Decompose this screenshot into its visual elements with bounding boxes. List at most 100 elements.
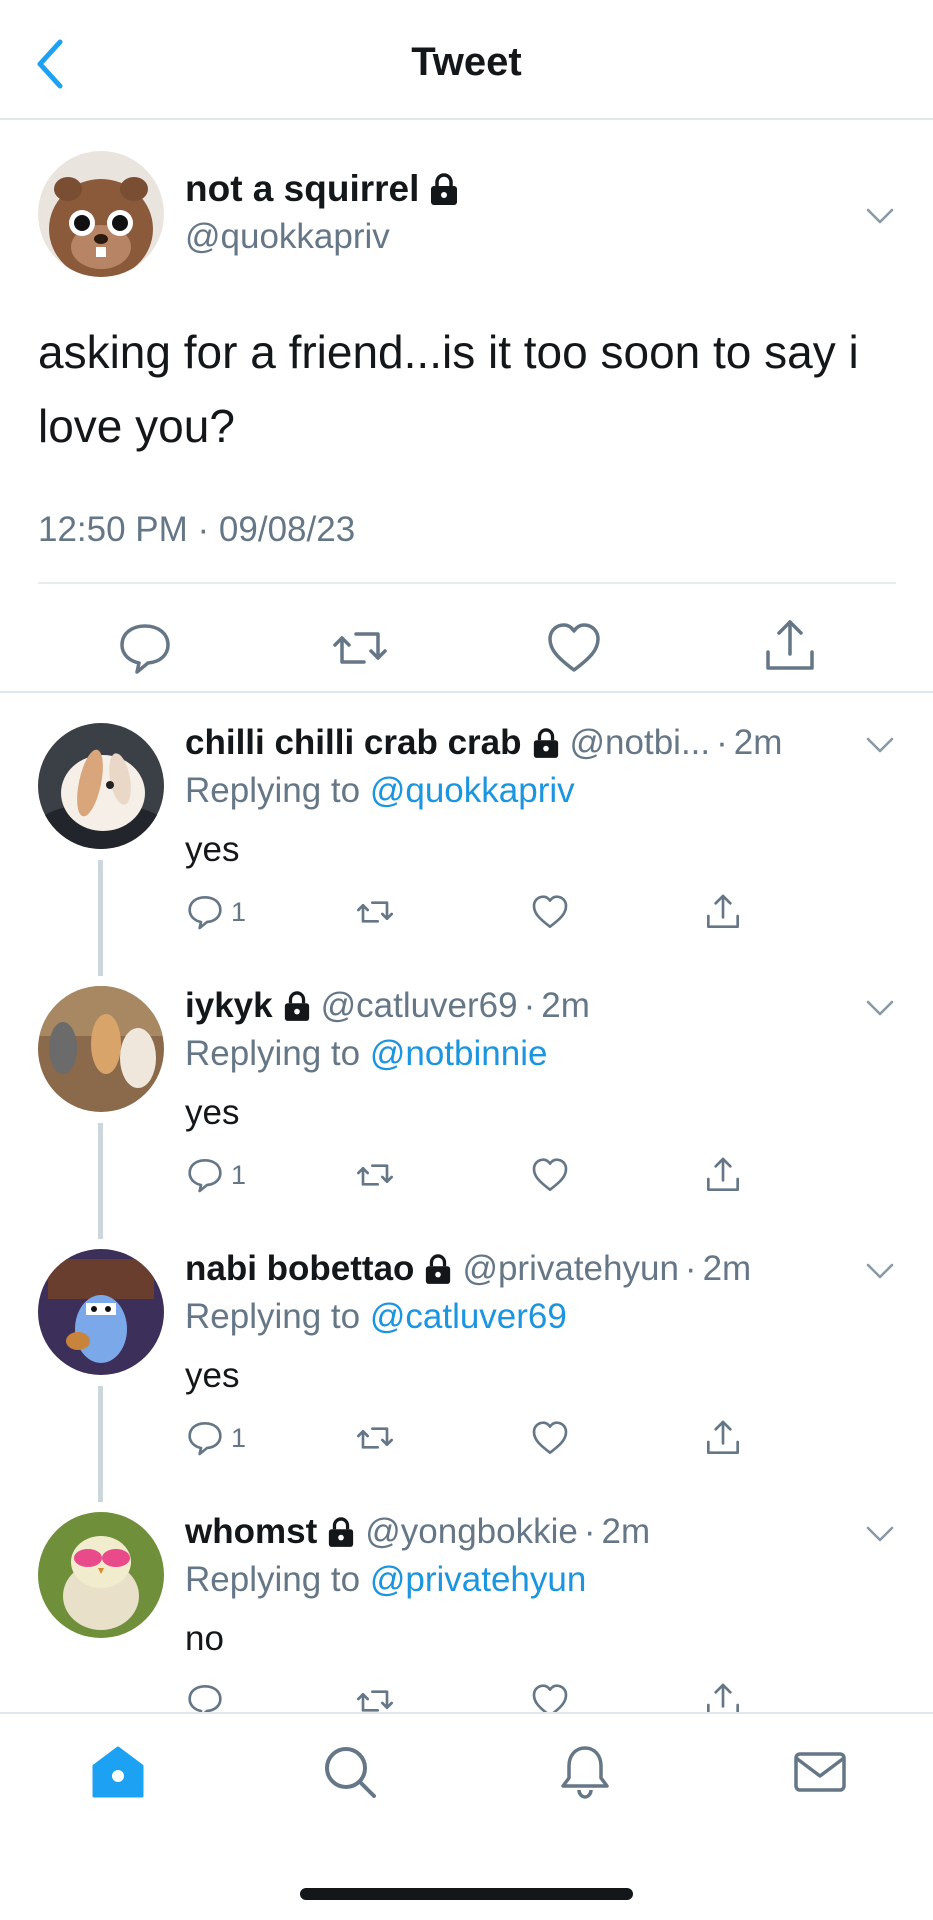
reply-icon [188, 1159, 222, 1193]
author-name[interactable]: whomst [185, 1512, 317, 1552]
lock-icon [533, 728, 558, 758]
reply-count: 1 [231, 1422, 247, 1453]
tweet-text: asking for a friend...is it too soon to … [38, 326, 859, 452]
author-name[interactable]: nabi bobettao [185, 1249, 414, 1289]
avatar[interactable] [38, 1249, 164, 1375]
retweet-icon[interactable] [330, 618, 390, 678]
author-name[interactable]: iykyk [185, 986, 273, 1026]
share-icon [707, 1420, 739, 1454]
reply-tweet[interactable]: iykyk @catluver69 · 2m Replying to @notb… [0, 956, 933, 1239]
author-handle[interactable]: @catluver69 [321, 986, 518, 1026]
reply-time: 2m [601, 1512, 651, 1551]
replying-to-link[interactable]: @notbinnie [370, 1034, 548, 1073]
reply-button[interactable]: 1 [185, 888, 246, 936]
share-button[interactable] [703, 1151, 743, 1199]
share-button[interactable] [703, 888, 743, 936]
author-handle[interactable]: @quokkapriv [185, 217, 390, 257]
reply-icon[interactable] [115, 618, 175, 678]
reply-count: 1 [231, 896, 247, 927]
reply-tweet[interactable]: nabi bobettao @privatehyun · 2m Replying… [0, 1219, 933, 1502]
reply-text: yes [185, 1356, 240, 1395]
tweet-timestamp: 12:50 PM · 09/08/23 [38, 510, 356, 549]
lock-icon [431, 173, 458, 205]
avatar[interactable] [38, 723, 164, 849]
replying-to-line: Replying to @notbinnie [185, 1034, 547, 1074]
reply-header: iykyk @catluver69 · 2m [185, 984, 590, 1028]
retweet-icon [357, 1164, 393, 1186]
reply-actions: 1 [185, 1414, 785, 1474]
reply-text: yes [185, 1093, 240, 1132]
reply-header: nabi bobettao @privatehyun · 2m [185, 1247, 751, 1291]
reply-tweet[interactable]: chilli chilli crab crab @notbi... · 2m R… [0, 693, 933, 976]
author-name: not a squirrel [185, 168, 420, 209]
retweet-icon [357, 1427, 393, 1449]
reply-actions: 1 [185, 888, 785, 948]
lock-icon [329, 1517, 354, 1547]
reply-actions: 1 [185, 1151, 785, 1211]
reply-time: 2m [733, 723, 783, 762]
chevron-down-icon[interactable] [864, 992, 896, 1024]
like-button[interactable] [530, 888, 570, 936]
separator-dot: · [523, 986, 536, 1025]
reply-text: yes [185, 830, 240, 869]
avatar[interactable] [38, 986, 164, 1112]
like-button[interactable] [530, 1151, 570, 1199]
reply-button[interactable]: 1 [185, 1151, 246, 1199]
separator-dot: · [583, 1512, 596, 1551]
retweet-button[interactable] [355, 1414, 395, 1462]
tweet-actions [0, 610, 933, 690]
author-name-row[interactable]: not a squirrel [185, 168, 459, 210]
replying-to-label: Replying to [185, 1560, 361, 1599]
lock-icon [426, 1254, 451, 1284]
like-icon [532, 1158, 568, 1191]
replying-to-label: Replying to [185, 1297, 361, 1336]
author-handle[interactable]: @yongbokkie [365, 1512, 578, 1552]
share-icon[interactable] [760, 616, 820, 676]
reply-button[interactable]: 1 [185, 1414, 246, 1462]
share-icon [707, 894, 739, 928]
home-icon[interactable] [88, 1742, 148, 1802]
replying-to-label: Replying to [185, 1034, 361, 1073]
like-icon [532, 1421, 568, 1454]
share-icon [707, 1157, 739, 1191]
lock-icon [284, 991, 309, 1021]
top-nav-bar: Tweet [0, 0, 933, 120]
chevron-down-icon[interactable] [864, 729, 896, 761]
chevron-down-icon[interactable] [864, 1518, 896, 1550]
author-handle[interactable]: @privatehyun [462, 1249, 678, 1289]
reply-text: no [185, 1619, 224, 1658]
replying-to-link[interactable]: @quokkapriv [370, 771, 575, 810]
reply-time: 2m [702, 1249, 752, 1288]
replying-to-line: Replying to @quokkapriv [185, 771, 575, 811]
notifications-icon[interactable] [555, 1742, 615, 1802]
reply-tweet[interactable]: whomst @yongbokkie · 2m Replying to @pri… [0, 1482, 933, 1745]
share-button[interactable] [703, 1414, 743, 1462]
page-title: Tweet [411, 40, 522, 84]
like-icon[interactable] [544, 618, 604, 678]
replying-to-line: Replying to @catluver69 [185, 1297, 567, 1337]
replying-to-link[interactable]: @catluver69 [370, 1297, 567, 1336]
like-icon [532, 895, 568, 928]
avatar[interactable] [38, 1512, 164, 1638]
like-button[interactable] [530, 1414, 570, 1462]
avatar[interactable] [38, 151, 164, 277]
retweet-button[interactable] [355, 888, 395, 936]
retweet-icon [357, 901, 393, 923]
home-indicator [300, 1888, 633, 1900]
search-icon[interactable] [320, 1742, 380, 1802]
reply-count: 1 [231, 1159, 247, 1190]
retweet-button[interactable] [355, 1151, 395, 1199]
reply-header: chilli chilli crab crab @notbi... · 2m [185, 721, 782, 765]
replying-to-link[interactable]: @privatehyun [370, 1560, 586, 1599]
reply-icon [188, 1422, 222, 1456]
separator-dot: · [684, 1249, 697, 1288]
chevron-down-icon[interactable] [864, 1255, 896, 1287]
replying-to-label: Replying to [185, 771, 361, 810]
messages-icon[interactable] [790, 1742, 850, 1802]
author-name[interactable]: chilli chilli crab crab [185, 723, 522, 763]
separator-dot: · [716, 723, 728, 762]
chevron-down-icon[interactable] [864, 200, 896, 232]
replying-to-line: Replying to @privatehyun [185, 1560, 586, 1600]
author-handle[interactable]: @notbi... [570, 723, 711, 763]
reply-icon [188, 896, 222, 930]
